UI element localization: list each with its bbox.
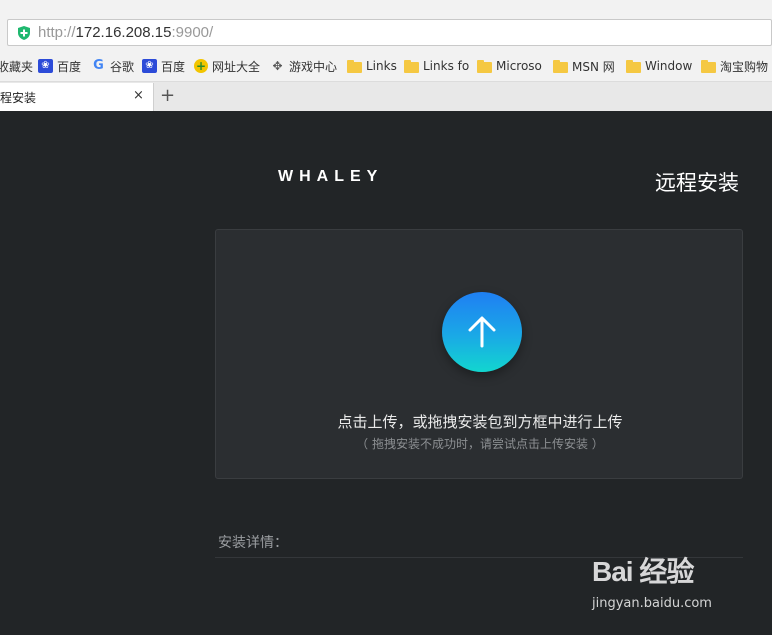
arrow-up-icon [468,316,496,348]
watermark-brand: Bai 经验 [592,556,694,587]
bookmarks-bar: 收藏夹 ❀ 百度 G 谷歌 ❀ 百度 + 网址大全 ✥ 游戏中心 Links Links … [0,50,772,82]
install-details-label: 安装详情： [218,535,288,551]
bookmark-label: 收藏夹 [0,59,34,74]
navigation-icon: + [194,59,208,73]
bookmark-windows[interactable]: Window [626,58,692,74]
upload-instruction: 点击上传，或拖拽安装包到方框中进行上传 [337,413,623,431]
bookmark-taobao[interactable]: 淘宝购物 [701,58,768,74]
browser-toolbar: http://172.16.208.15:9900/ [0,0,772,50]
bookmark-msn[interactable]: MSN 网 [553,58,615,74]
bookmark-label: 淘宝购物 [720,59,769,74]
new-tab-button[interactable]: + [160,85,175,106]
url-port-path: :9900/ [171,24,214,41]
bookmark-label: Links [366,59,397,73]
gamepad-icon: ✥ [272,59,283,73]
address-bar[interactable]: http://172.16.208.15:9900/ [7,19,772,46]
folder-icon [626,59,641,73]
bookmark-label: Links fo [423,59,470,73]
bookmark-microsoft[interactable]: Microso [477,58,542,74]
bookmark-label: 百度 [57,59,82,74]
baidu-paw-icon: ❀ [38,59,53,73]
upload-hint: （ 拖拽安装不成功时，请尝试点击上传安装 ） [356,437,604,451]
bookmark-label: 谷歌 [110,59,135,74]
page-title: 远程安装 [655,171,739,195]
watermark-url: jingyan.baidu.com [592,596,712,611]
bookmark-hao123[interactable]: + 网址大全 [194,58,260,74]
bookmark-baidu[interactable]: ❀ 百度 [38,58,81,74]
folder-icon [701,59,716,73]
folder-icon [477,59,492,73]
baidu-paw-icon: ❀ [142,59,157,73]
bookmark-favorites[interactable]: 收藏夹 [0,58,33,74]
close-icon[interactable]: × [133,88,144,103]
upload-dropzone[interactable]: 点击上传，或拖拽安装包到方框中进行上传 （ 拖拽安装不成功时，请尝试点击上传安装… [215,229,743,479]
bookmark-label: 网址大全 [212,59,261,74]
tab-bar: 程安装 × + [0,82,772,111]
google-icon: G [93,58,104,73]
upload-button[interactable] [442,292,522,372]
url-scheme: http:// [38,24,76,41]
folder-icon [553,59,568,73]
bookmark-label: MSN 网 [572,59,615,74]
bookmark-links[interactable]: Links [347,58,397,74]
tab-remote-install[interactable]: 程安装 × [0,83,154,111]
bookmark-label: Window [645,59,693,73]
bookmark-label: 百度 [161,59,186,74]
bookmark-baidu-2[interactable]: ❀ 百度 [142,58,185,74]
folder-icon [404,59,419,73]
bookmark-game-center[interactable]: ✥ 游戏中心 [270,58,337,74]
bookmark-google[interactable]: G 谷歌 [91,58,134,74]
tab-title: 程安装 [0,91,37,105]
url-text[interactable]: http://172.16.208.15:9900/ [38,24,213,41]
bookmark-links-for[interactable]: Links fo [404,58,469,74]
bookmark-label: 游戏中心 [289,59,338,74]
folder-icon [347,59,362,73]
whaley-logo: WHALEY [278,168,384,185]
url-host: 172.16.208.15 [75,24,172,41]
shield-icon [18,26,30,40]
bookmark-label: Microso [496,59,542,73]
